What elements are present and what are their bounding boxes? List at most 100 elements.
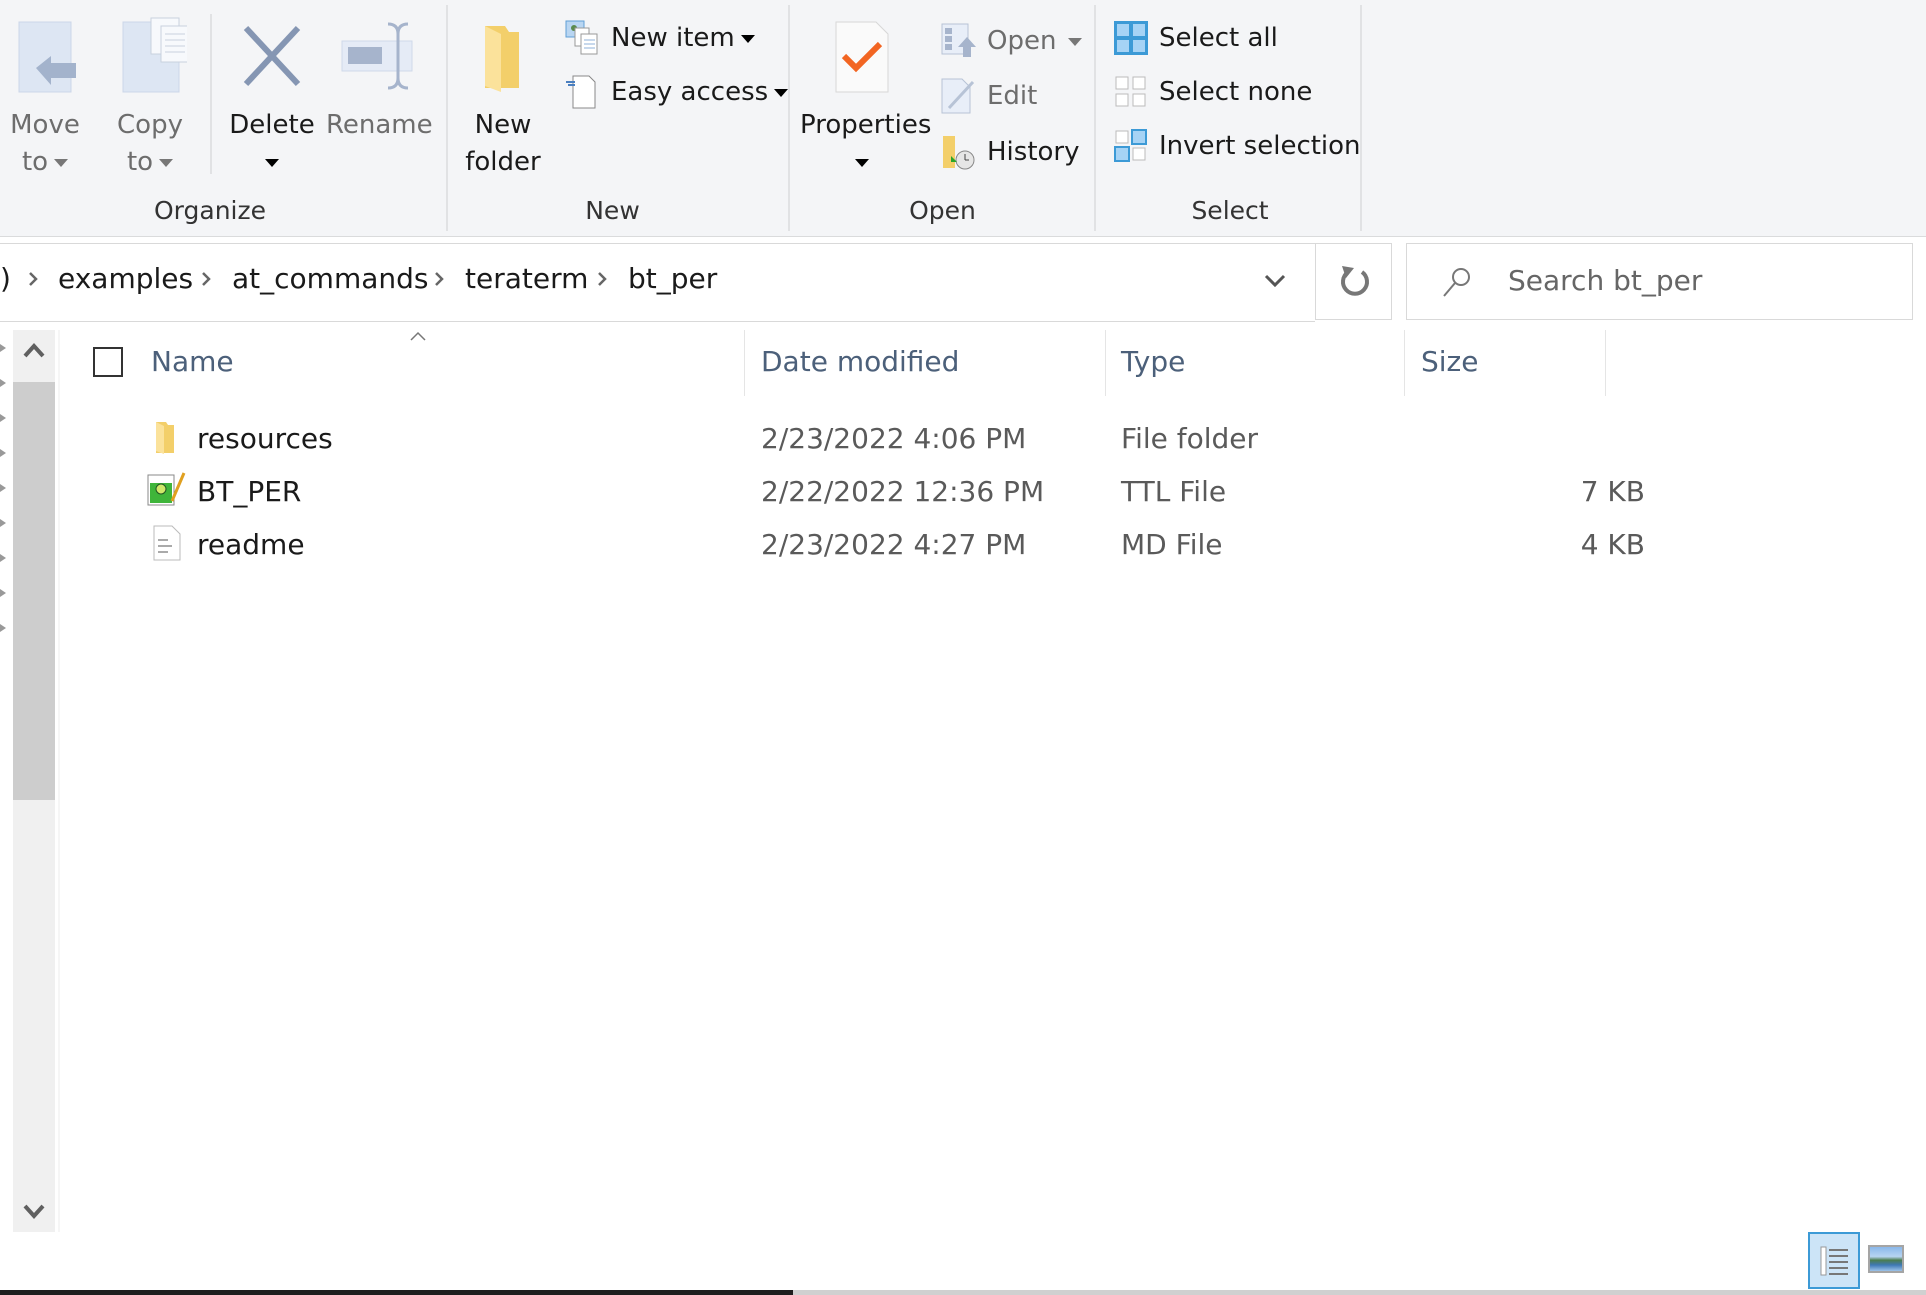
select-all-label: Select all [1159,23,1278,53]
file-size: 4 KB [1580,528,1645,561]
file-row[interactable]: resources 2/23/2022 4:06 PM File folder [60,414,1920,464]
address-bar[interactable]: ) examples at_commands teraterm bt_per [0,243,1315,322]
rename-button[interactable]: Rename [326,16,433,144]
address-history-dropdown-icon[interactable] [1264,274,1286,288]
teraterm-macro-icon [147,472,186,506]
easy-access-button[interactable]: Easy access [565,72,789,112]
new-folder-button[interactable]: New folder [463,16,543,181]
refresh-icon [1341,266,1369,296]
file-row[interactable]: readme 2/23/2022 4:27 PM MD File 4 KB [60,520,1920,570]
column-separator[interactable] [1404,330,1405,396]
breadcrumb-chevron-icon[interactable] [28,272,38,286]
select-all-button[interactable]: Select all [1113,18,1313,58]
scroll-down-arrow-icon[interactable] [23,1204,45,1220]
column-header-type[interactable]: Type [1121,345,1185,378]
easy-access-label: Easy access [611,77,769,107]
open-icon [941,23,976,57]
select-none-icon [1115,76,1146,107]
copy-to-icon [122,17,190,93]
chevron-down-icon [855,158,869,167]
chevron-down-icon [54,158,69,167]
file-name[interactable]: resources [197,422,333,455]
scrollbar-thumb[interactable] [13,382,55,800]
properties-button[interactable]: Properties [800,16,931,181]
ribbon: Move to Copy to Delete Rename Organize N… [0,0,1926,237]
new-group-label: New [585,196,640,225]
invert-selection-icon [1114,129,1147,162]
move-to-button[interactable]: Move to [8,16,82,181]
delete-button[interactable]: Delete [228,16,316,181]
column-header-name[interactable]: Name [151,345,234,378]
sort-ascending-icon [410,331,426,341]
column-separator[interactable] [1605,330,1606,396]
chevron-down-icon [159,158,174,167]
column-separator[interactable] [1105,330,1106,396]
invert-selection-button[interactable]: Invert selection [1113,126,1361,166]
breadcrumb-item[interactable]: bt_per [628,262,717,295]
new-item-icon [565,20,598,55]
new-folder-label-line1: New [474,110,532,140]
open-button[interactable]: Open [941,21,1083,61]
properties-checkmark-icon [835,21,889,93]
organize-group-label: Organize [154,196,266,225]
select-group-label: Select [1191,196,1269,225]
chevron-down-icon [1068,37,1083,46]
file-type: TTL File [1121,475,1227,508]
group-separator [446,5,448,231]
breadcrumb-chevron-icon[interactable] [434,272,444,286]
copy-to-label-line2: to [126,147,154,177]
copy-to-label-line1: Copy [117,110,183,140]
column-header-date-modified[interactable]: Date modified [761,345,959,378]
history-label: History [987,137,1080,167]
breadcrumb-item[interactable]: at_commands [232,262,428,295]
new-item-label: New item [611,23,735,53]
delete-x-icon [243,25,301,87]
select-none-button[interactable]: Select none [1113,72,1313,112]
chevron-down-icon [265,158,279,167]
details-view-icon [1820,1246,1848,1276]
breadcrumb-truncated: ) [0,262,11,295]
text-document-icon [153,525,181,561]
rename-icon [341,22,413,90]
chevron-down-icon [774,88,789,97]
organize-separator [210,14,212,174]
file-type: File folder [1121,422,1259,455]
new-folder-icon [485,26,519,92]
select-none-label: Select none [1159,77,1313,107]
history-button[interactable]: History [941,132,1081,172]
search-icon [1443,268,1470,297]
delete-label: Delete [229,110,315,140]
scroll-up-arrow-icon[interactable] [23,342,45,358]
move-to-label-line1: Move [10,110,80,140]
nav-expand-arrows-icon [0,344,6,632]
vertical-scrollbar[interactable] [13,330,55,1232]
chevron-down-icon [740,34,755,43]
breadcrumb-chevron-icon[interactable] [201,272,211,286]
file-type: MD File [1121,528,1223,561]
large-icons-view-button[interactable] [1868,1245,1904,1273]
copy-to-button[interactable]: Copy to [113,16,190,181]
details-view-button[interactable] [1808,1232,1860,1289]
file-date-modified: 2/23/2022 4:06 PM [761,422,1027,455]
folder-icon [156,422,174,454]
search-box[interactable]: Search bt_per [1406,243,1913,320]
search-placeholder[interactable]: Search bt_per [1508,264,1702,297]
column-separator[interactable] [744,330,745,396]
edit-button[interactable]: Edit [941,76,1061,116]
column-header-size[interactable]: Size [1421,345,1478,378]
file-row[interactable]: BT_PER 2/22/2022 12:36 PM TTL File 7 KB [60,467,1920,517]
file-size: 7 KB [1580,475,1645,508]
open-group-label: Open [909,196,976,225]
file-date-modified: 2/23/2022 4:27 PM [761,528,1027,561]
taskbar-segment [0,1290,793,1295]
file-name[interactable]: readme [197,528,305,561]
file-name[interactable]: BT_PER [197,475,301,508]
easy-access-icon [566,75,596,109]
breadcrumb-item[interactable]: teraterm [465,262,588,295]
select-all-checkbox[interactable] [93,347,123,377]
group-separator [1360,5,1362,231]
refresh-button[interactable] [1315,243,1392,320]
new-item-button[interactable]: New item [565,18,765,58]
breadcrumb-item[interactable]: examples [58,262,193,295]
breadcrumb-chevron-icon[interactable] [597,272,607,286]
